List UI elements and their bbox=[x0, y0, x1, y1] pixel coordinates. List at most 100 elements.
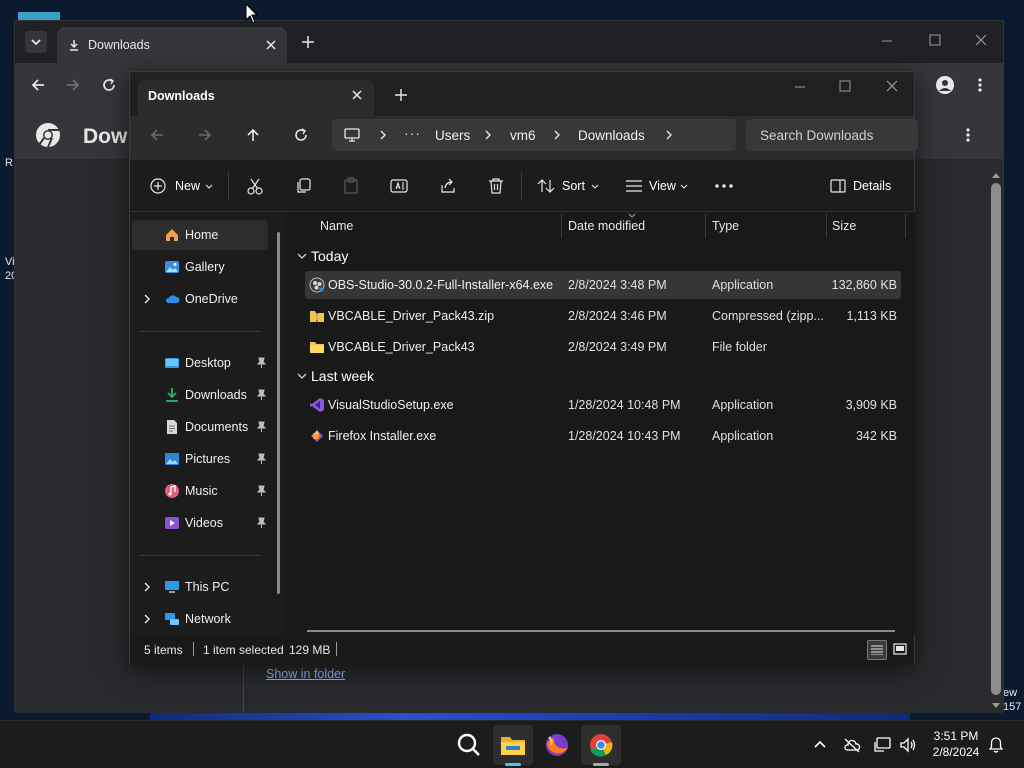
file-row[interactable]: VBCABLE_Driver_Pack43.zip 2/8/2024 3:46 … bbox=[305, 302, 901, 330]
file-size: 1,113 KB bbox=[846, 309, 897, 323]
forward-icon[interactable] bbox=[197, 127, 213, 143]
close-icon[interactable] bbox=[265, 39, 277, 51]
chevron-right-icon[interactable] bbox=[665, 130, 673, 140]
file-name: VisualStudioSetup.exe bbox=[328, 398, 454, 412]
column-separator[interactable] bbox=[905, 214, 906, 238]
back-icon[interactable] bbox=[30, 77, 46, 93]
sidebar-scrollbar[interactable] bbox=[277, 232, 280, 594]
maximize-icon[interactable] bbox=[839, 80, 851, 92]
sidebar-item-videos[interactable]: Videos bbox=[132, 508, 268, 538]
column-separator[interactable] bbox=[705, 214, 706, 238]
sidebar-item-desktop[interactable]: Desktop bbox=[132, 348, 268, 378]
clock-date[interactable]: 2/8/2024 bbox=[926, 745, 986, 759]
sort-button[interactable]: Sort bbox=[534, 175, 600, 197]
tiles-view-button[interactable] bbox=[890, 640, 910, 660]
column-separator[interactable] bbox=[826, 214, 827, 238]
minimize-icon[interactable] bbox=[794, 85, 806, 89]
explorer-tab-downloads[interactable]: Downloads bbox=[138, 80, 374, 116]
breadcrumb-overflow-icon[interactable]: ··· bbox=[404, 125, 421, 141]
address-bar[interactable]: ··· Users vm6 Downloads bbox=[332, 119, 736, 151]
search-input[interactable]: Search Downloads bbox=[746, 119, 918, 151]
new-tab-icon[interactable] bbox=[394, 88, 408, 102]
scroll-up-icon[interactable] bbox=[992, 172, 1000, 178]
sidebar-item-onedrive[interactable]: OneDrive bbox=[132, 284, 268, 314]
notification-bell-icon[interactable] bbox=[988, 736, 1004, 754]
file-explorer-window[interactable]: Downloads ··· Users vm6 Downloads Search… bbox=[129, 71, 918, 664]
chevron-right-icon[interactable] bbox=[142, 614, 152, 624]
new-button[interactable]: New bbox=[144, 175, 213, 197]
page-scrollbar[interactable] bbox=[989, 169, 1003, 713]
menu-icon[interactable] bbox=[977, 77, 983, 93]
chevron-up-icon[interactable] bbox=[813, 739, 827, 749]
gallery-icon bbox=[165, 261, 179, 273]
sidebar-item-pictures[interactable]: Pictures bbox=[132, 444, 268, 474]
clock-time[interactable]: 3:51 PM bbox=[926, 729, 986, 743]
file-row[interactable]: OBS-Studio-30.0.2-Full-Installer-x64.exe… bbox=[305, 271, 901, 299]
up-icon[interactable] bbox=[245, 127, 261, 143]
chevron-right-icon[interactable] bbox=[553, 130, 561, 140]
chevron-right-icon[interactable] bbox=[484, 130, 492, 140]
cloud-offline-icon[interactable] bbox=[843, 737, 861, 753]
show-in-folder-link[interactable]: Show in folder bbox=[266, 667, 345, 681]
documents-icon bbox=[167, 420, 177, 434]
chevron-right-icon[interactable] bbox=[142, 582, 152, 592]
refresh-icon[interactable] bbox=[293, 127, 309, 143]
file-row[interactable]: VBCABLE_Driver_Pack43 2/8/2024 3:49 PM F… bbox=[305, 333, 901, 361]
chrome-tab-title: Downloads bbox=[88, 38, 150, 52]
file-row[interactable]: VisualStudioSetup.exe 1/28/2024 10:48 PM… bbox=[305, 391, 901, 419]
file-row[interactable]: Firefox Installer.exe 1/28/2024 10:43 PM… bbox=[305, 422, 901, 450]
view-button-label: View bbox=[649, 179, 676, 193]
zip-folder-icon bbox=[310, 311, 324, 322]
tab-search-button[interactable] bbox=[25, 31, 47, 53]
more-actions-icon[interactable] bbox=[965, 127, 971, 143]
paste-icon[interactable] bbox=[342, 177, 360, 195]
forward-icon[interactable] bbox=[65, 77, 81, 93]
chevron-down-icon bbox=[297, 373, 307, 379]
back-icon[interactable] bbox=[149, 127, 165, 143]
breadcrumb-downloads[interactable]: Downloads bbox=[578, 128, 645, 143]
sidebar-item-documents[interactable]: Documents bbox=[132, 412, 268, 442]
details-pane-button[interactable]: Details bbox=[828, 175, 898, 197]
more-options-icon[interactable] bbox=[715, 184, 733, 188]
sidebar-item-network[interactable]: Network bbox=[132, 604, 268, 634]
chrome-tab-downloads[interactable]: Downloads bbox=[57, 27, 287, 63]
scrollbar-thumb[interactable] bbox=[991, 183, 1001, 695]
sidebar-item-this-pc[interactable]: This PC bbox=[132, 572, 268, 602]
column-separator[interactable] bbox=[561, 214, 562, 238]
column-header-date-modified[interactable]: Date modified bbox=[568, 212, 645, 242]
chrome-icon[interactable] bbox=[585, 729, 617, 761]
sidebar-item-gallery[interactable]: Gallery bbox=[132, 252, 268, 282]
volume-icon[interactable] bbox=[899, 736, 917, 754]
rename-icon[interactable] bbox=[390, 177, 408, 195]
cut-icon[interactable] bbox=[246, 177, 264, 195]
new-tab-icon[interactable] bbox=[300, 34, 316, 50]
details-view-button[interactable] bbox=[867, 640, 887, 660]
maximize-icon[interactable] bbox=[929, 34, 941, 46]
column-header-size[interactable]: Size bbox=[832, 212, 856, 242]
copy-icon[interactable] bbox=[295, 177, 313, 195]
sidebar-item-home[interactable]: Home bbox=[132, 220, 268, 250]
chevron-right-icon[interactable] bbox=[379, 130, 387, 140]
column-header-type[interactable]: Type bbox=[712, 212, 739, 242]
column-header-name[interactable]: Name bbox=[320, 212, 353, 242]
delete-icon[interactable] bbox=[487, 177, 505, 195]
profile-icon[interactable] bbox=[935, 75, 955, 95]
share-icon[interactable] bbox=[439, 177, 457, 195]
scroll-down-icon[interactable] bbox=[992, 703, 1000, 709]
close-icon[interactable] bbox=[886, 80, 898, 92]
close-icon[interactable] bbox=[351, 89, 363, 101]
breadcrumb-users[interactable]: Users bbox=[435, 128, 470, 143]
search-icon[interactable] bbox=[453, 729, 485, 761]
reload-icon[interactable] bbox=[101, 77, 117, 93]
minimize-icon[interactable] bbox=[881, 39, 893, 43]
close-icon[interactable] bbox=[975, 34, 987, 46]
sidebar-item-music[interactable]: Music bbox=[132, 476, 268, 506]
network-status-icon[interactable] bbox=[874, 736, 892, 754]
chevron-right-icon[interactable] bbox=[142, 294, 152, 304]
horizontal-scrollbar[interactable] bbox=[307, 630, 895, 632]
firefox-icon[interactable] bbox=[541, 729, 573, 761]
sidebar-item-downloads[interactable]: Downloads bbox=[132, 380, 268, 410]
view-button[interactable]: View bbox=[622, 175, 690, 197]
file-explorer-icon[interactable] bbox=[497, 729, 529, 761]
breadcrumb-vm6[interactable]: vm6 bbox=[510, 128, 536, 143]
